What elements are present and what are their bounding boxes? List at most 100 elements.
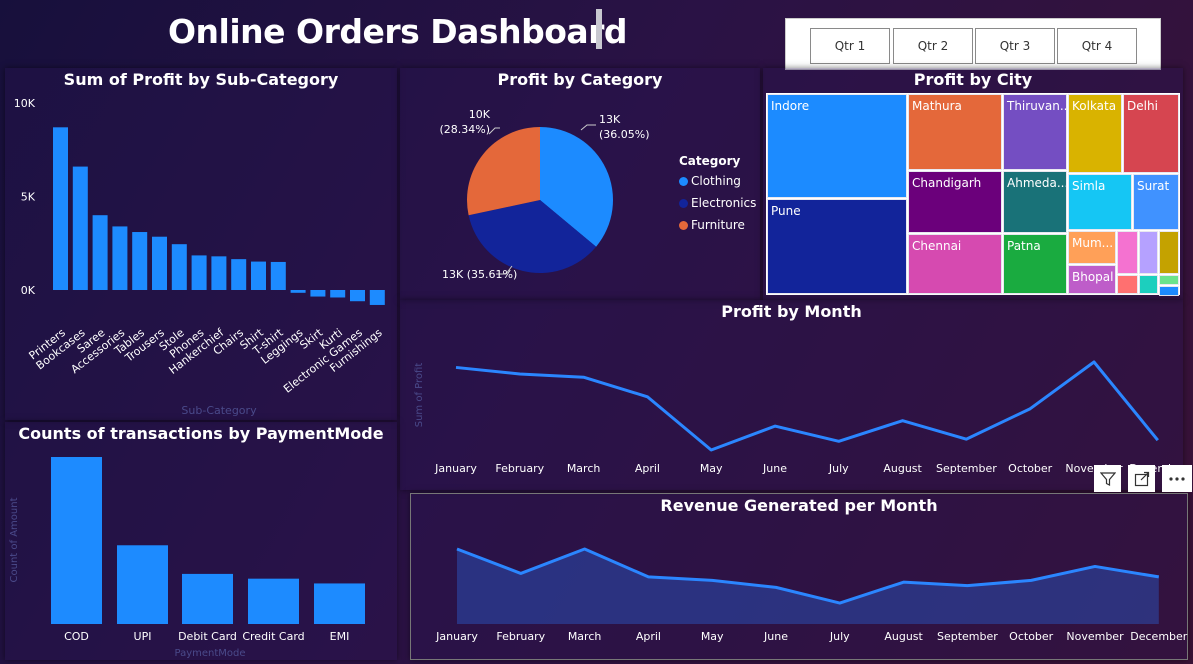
treemap-cell-chandigarh[interactable]: Chandigarh [908, 171, 1002, 233]
revenue-area-chart: January February March April May June July Augu… [435, 547, 1188, 643]
treemap-cell-small[interactable] [1139, 275, 1158, 294]
y-tick-label: 10K [14, 97, 36, 110]
treemap-cell-simla[interactable]: Simla [1068, 174, 1132, 230]
filter-icon[interactable] [1094, 465, 1121, 492]
x-tick-label: June [762, 462, 787, 475]
x-tick-label: Debit Card [178, 630, 237, 643]
subcategory-bar-chart: 10K5K0KPrintersBookcasesSareeAccessories… [14, 97, 385, 417]
x-tick-label: EMI [330, 630, 350, 643]
legend-item-electronics[interactable]: Electronics [679, 196, 756, 210]
revenue-panel[interactable]: Revenue Generated per Month January Febru… [410, 493, 1188, 660]
bar [182, 573, 233, 624]
treemap-cell-thiruvananthapuram[interactable]: Thiruvan... [1003, 94, 1067, 170]
data-label: (36.05%) [599, 128, 650, 141]
x-tick-label: February [495, 462, 544, 475]
bar [211, 256, 227, 290]
x-tick-label: January [434, 462, 477, 475]
leader-line [580, 124, 596, 131]
treemap-cell-surat[interactable]: Surat [1133, 174, 1179, 230]
legend-label: Furniture [691, 218, 745, 232]
data-label: (28.34%) [439, 123, 490, 136]
revenue-area [457, 549, 1159, 624]
bar [350, 290, 365, 302]
treemap-cell-delhi[interactable]: Delhi [1123, 94, 1179, 173]
payment-mode-panel[interactable]: Counts of transactions by PaymentMode Co… [5, 422, 397, 660]
legend-dot-icon [679, 176, 688, 186]
qtr-2-button[interactable]: Qtr 2 [893, 28, 973, 64]
data-label: 10K [469, 108, 491, 121]
pie-slice [467, 127, 540, 216]
bar [251, 261, 266, 290]
legend-dot-icon [679, 220, 688, 230]
treemap-cell-small[interactable] [1159, 286, 1179, 296]
category-profit-panel[interactable]: Profit by Category 13K (36.05%) 13K (35.61… [400, 68, 760, 300]
x-tick-label: August [884, 630, 923, 643]
city-chart-title: Profit by City [913, 70, 1033, 89]
qtr-4-button[interactable]: Qtr 4 [1057, 28, 1137, 64]
x-tick-label: December [1130, 630, 1188, 643]
bar [191, 255, 207, 290]
y-axis-title: Sum of Profit [414, 363, 425, 428]
x-tick-label: September [936, 462, 997, 475]
treemap-cell-small[interactable] [1159, 275, 1179, 285]
x-tick-label: March [568, 630, 602, 643]
x-tick-label: April [635, 462, 660, 475]
qtr-3-button[interactable]: Qtr 3 [975, 28, 1055, 64]
treemap-cell-indore[interactable]: Indore [767, 94, 907, 198]
treemap-cell-bhopal[interactable]: Bhopal [1068, 265, 1116, 294]
legend-item-furniture[interactable]: Furniture [679, 218, 756, 232]
bar [171, 244, 187, 290]
treemap-cell-ahmedabad[interactable]: Ahmeda... [1003, 171, 1067, 233]
legend-label: Clothing [691, 174, 741, 188]
x-axis-title: Sub-Category [181, 404, 257, 417]
bar [369, 290, 385, 305]
x-tick-label: March [567, 462, 601, 475]
month-line-chart: Sum of Profit January February March April Ma… [414, 360, 1183, 475]
leader-line [488, 127, 500, 135]
treemap-cell-mathura[interactable]: Mathura [908, 94, 1002, 170]
x-tick-label: UPI [134, 630, 152, 643]
bar [51, 457, 102, 624]
legend-item-clothing[interactable]: Clothing [679, 174, 756, 188]
treemap-cell-small[interactable] [1117, 231, 1138, 274]
subcategory-profit-panel[interactable]: Sum of Profit by Sub-Category 10K 5K 0K Pri… [5, 68, 397, 420]
treemap-cell-small[interactable] [1117, 275, 1138, 294]
treemap-cell-patna[interactable]: Patna [1003, 234, 1067, 294]
treemap-cell-chennai[interactable]: Chennai [908, 234, 1002, 294]
x-tick-label: April [636, 630, 661, 643]
legend-title: Category [679, 154, 741, 168]
y-axis-title: Count of Amount [9, 497, 20, 582]
x-tick-label: May [701, 630, 724, 643]
bar [112, 226, 128, 290]
payment-bar-chart: Count of Amount COD UPI Debit Card Credit Ca… [9, 457, 365, 659]
city-profit-panel[interactable]: Profit by City Indore Pune Mathura Chand… [763, 68, 1183, 300]
x-tick-label: July [828, 462, 849, 475]
legend-label: Electronics [691, 196, 757, 210]
legend-dot-icon [679, 198, 688, 208]
month-profit-panel[interactable]: Profit by Month Sum of Profit January Febr… [400, 300, 1183, 490]
x-axis-title: PaymentMode [174, 648, 245, 659]
x-tick-label: July [829, 630, 850, 643]
bar [152, 236, 167, 290]
bar [330, 290, 346, 298]
x-tick-label: June [763, 630, 788, 643]
treemap-cell-pune[interactable]: Pune [767, 199, 907, 294]
more-options-icon[interactable] [1162, 465, 1192, 492]
quarter-slicer: Qtr 1 Qtr 2 Qtr 3 Qtr 4 [785, 18, 1161, 70]
x-tick-label: September [937, 630, 998, 643]
treemap-cell-kolkata[interactable]: Kolkata [1068, 94, 1122, 173]
treemap-cell-mumbai[interactable]: Mum... [1068, 231, 1116, 264]
x-tick-label: Credit Card [242, 630, 304, 643]
data-label: 13K [599, 113, 621, 126]
category-pie-chart: 13K (36.05%) 13K (35.61%) 10K (28.34%) [439, 108, 650, 281]
bar [117, 545, 168, 624]
treemap-cell-small[interactable] [1139, 231, 1158, 274]
dashboard-title: Online Orders Dashboard [168, 12, 628, 51]
bar [132, 232, 148, 290]
bar [72, 166, 88, 290]
focus-mode-icon[interactable] [1128, 465, 1155, 492]
qtr-1-button[interactable]: Qtr 1 [810, 28, 890, 64]
treemap-cell-small[interactable] [1159, 231, 1179, 274]
bar [248, 578, 299, 624]
x-tick-label: October [1008, 462, 1052, 475]
